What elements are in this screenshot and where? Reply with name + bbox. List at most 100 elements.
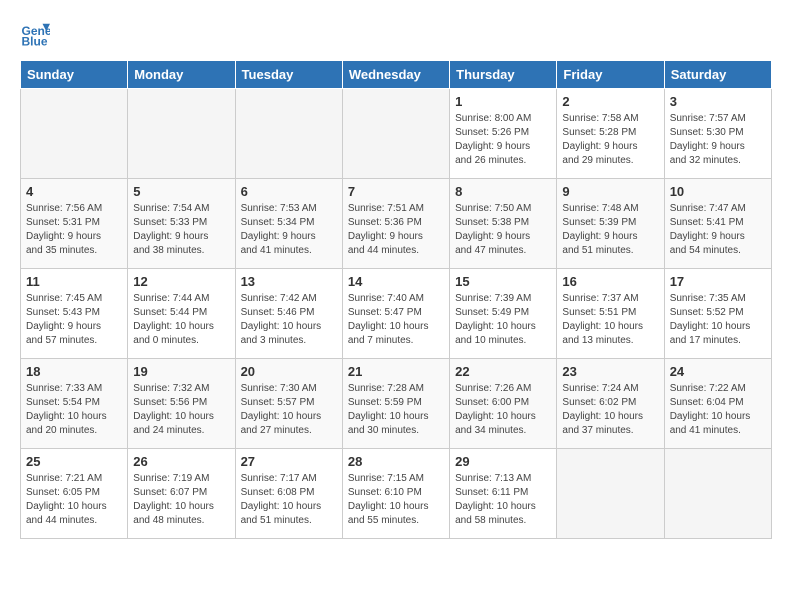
calendar-cell: 15 Sunrise: 7:39 AM Sunset: 5:49 PM Dayli… xyxy=(450,269,557,359)
day-info: Sunrise: 7:56 AM Sunset: 5:31 PM Dayligh… xyxy=(26,202,122,258)
calendar-cell: 21 Sunrise: 7:28 AM Sunset: 5:59 PM Dayli… xyxy=(342,359,449,449)
day-info: Sunrise: 7:40 AM Sunset: 5:47 PM Dayligh… xyxy=(348,292,444,348)
weekday-header-wednesday: Wednesday xyxy=(342,61,449,89)
day-info: Sunrise: 8:00 AM Sunset: 5:26 PM Dayligh… xyxy=(455,112,551,168)
day-info: Sunrise: 7:50 AM Sunset: 5:38 PM Dayligh… xyxy=(455,202,551,258)
calendar-cell: 16Sunrise: 7:37 AM Sunset: 5:51 PM Dayli… xyxy=(557,269,664,359)
day-number: 22 xyxy=(455,364,551,379)
day-info: Sunrise: 7:45 AM Sunset: 5:43 PM Dayligh… xyxy=(26,292,122,348)
day-number: 28 xyxy=(348,454,444,469)
calendar-cell xyxy=(128,89,235,179)
day-number: 11 xyxy=(26,274,122,289)
day-info: Sunrise: 7:53 AM Sunset: 5:34 PM Dayligh… xyxy=(241,202,337,258)
day-info: Sunrise: 7:39 AM Sunset: 5:49 PM Dayligh… xyxy=(455,292,551,348)
calendar-cell: 26Sunrise: 7:19 AM Sunset: 6:07 PM Dayli… xyxy=(128,449,235,539)
calendar-cell: 13 Sunrise: 7:42 AM Sunset: 5:46 PM Dayli… xyxy=(235,269,342,359)
day-number: 2 xyxy=(562,94,658,109)
calendar-cell: 11 Sunrise: 7:45 AM Sunset: 5:43 PM Dayli… xyxy=(21,269,128,359)
day-info: Sunrise: 7:54 AM Sunset: 5:33 PM Dayligh… xyxy=(133,202,229,258)
day-number: 17 xyxy=(670,274,766,289)
logo-icon: General Blue xyxy=(20,20,50,50)
week-row-5: 25 Sunrise: 7:21 AM Sunset: 6:05 PM Dayli… xyxy=(21,449,772,539)
day-info: Sunrise: 7:28 AM Sunset: 5:59 PM Dayligh… xyxy=(348,382,444,438)
calendar-cell: 12Sunrise: 7:44 AM Sunset: 5:44 PM Dayli… xyxy=(128,269,235,359)
day-info: Sunrise: 7:58 AM Sunset: 5:28 PM Dayligh… xyxy=(562,112,658,168)
calendar-cell: 3 Sunrise: 7:57 AM Sunset: 5:30 PM Daylig… xyxy=(664,89,771,179)
calendar-cell: 7 Sunrise: 7:51 AM Sunset: 5:36 PM Daylig… xyxy=(342,179,449,269)
day-number: 25 xyxy=(26,454,122,469)
week-row-2: 4Sunrise: 7:56 AM Sunset: 5:31 PM Daylig… xyxy=(21,179,772,269)
day-number: 10 xyxy=(670,184,766,199)
weekday-header-row: SundayMondayTuesdayWednesdayThursdayFrid… xyxy=(21,61,772,89)
calendar-cell xyxy=(21,89,128,179)
day-info: Sunrise: 7:17 AM Sunset: 6:08 PM Dayligh… xyxy=(241,472,337,528)
day-number: 26 xyxy=(133,454,229,469)
weekday-header-monday: Monday xyxy=(128,61,235,89)
calendar-cell: 5Sunrise: 7:54 AM Sunset: 5:33 PM Daylig… xyxy=(128,179,235,269)
weekday-header-sunday: Sunday xyxy=(21,61,128,89)
day-number: 19 xyxy=(133,364,229,379)
day-info: Sunrise: 7:15 AM Sunset: 6:10 PM Dayligh… xyxy=(348,472,444,528)
calendar-cell xyxy=(235,89,342,179)
page-header: General Blue xyxy=(20,20,772,50)
day-info: Sunrise: 7:48 AM Sunset: 5:39 PM Dayligh… xyxy=(562,202,658,258)
day-info: Sunrise: 7:22 AM Sunset: 6:04 PM Dayligh… xyxy=(670,382,766,438)
day-number: 1 xyxy=(455,94,551,109)
calendar-cell: 6 Sunrise: 7:53 AM Sunset: 5:34 PM Daylig… xyxy=(235,179,342,269)
day-info: Sunrise: 7:37 AM Sunset: 5:51 PM Dayligh… xyxy=(562,292,658,348)
calendar-cell: 10 Sunrise: 7:47 AM Sunset: 5:41 PM Dayli… xyxy=(664,179,771,269)
day-info: Sunrise: 7:32 AM Sunset: 5:56 PM Dayligh… xyxy=(133,382,229,438)
calendar-table: SundayMondayTuesdayWednesdayThursdayFrid… xyxy=(20,60,772,539)
calendar-cell: 18Sunrise: 7:33 AM Sunset: 5:54 PM Dayli… xyxy=(21,359,128,449)
logo: General Blue xyxy=(20,20,54,50)
day-info: Sunrise: 7:30 AM Sunset: 5:57 PM Dayligh… xyxy=(241,382,337,438)
day-info: Sunrise: 7:26 AM Sunset: 6:00 PM Dayligh… xyxy=(455,382,551,438)
calendar-cell: 22 Sunrise: 7:26 AM Sunset: 6:00 PM Dayli… xyxy=(450,359,557,449)
day-number: 29 xyxy=(455,454,551,469)
calendar-cell: 17 Sunrise: 7:35 AM Sunset: 5:52 PM Dayli… xyxy=(664,269,771,359)
calendar-cell: 8 Sunrise: 7:50 AM Sunset: 5:38 PM Daylig… xyxy=(450,179,557,269)
day-info: Sunrise: 7:21 AM Sunset: 6:05 PM Dayligh… xyxy=(26,472,122,528)
calendar-cell xyxy=(557,449,664,539)
calendar-cell xyxy=(664,449,771,539)
calendar-cell: 19 Sunrise: 7:32 AM Sunset: 5:56 PM Dayli… xyxy=(128,359,235,449)
calendar-cell: 1 Sunrise: 8:00 AM Sunset: 5:26 PM Daylig… xyxy=(450,89,557,179)
calendar-cell: 4Sunrise: 7:56 AM Sunset: 5:31 PM Daylig… xyxy=(21,179,128,269)
day-number: 14 xyxy=(348,274,444,289)
day-number: 8 xyxy=(455,184,551,199)
day-info: Sunrise: 7:47 AM Sunset: 5:41 PM Dayligh… xyxy=(670,202,766,258)
day-info: Sunrise: 7:51 AM Sunset: 5:36 PM Dayligh… xyxy=(348,202,444,258)
day-number: 15 xyxy=(455,274,551,289)
calendar-cell xyxy=(342,89,449,179)
calendar-cell: 25 Sunrise: 7:21 AM Sunset: 6:05 PM Dayli… xyxy=(21,449,128,539)
calendar-cell: 24Sunrise: 7:22 AM Sunset: 6:04 PM Dayli… xyxy=(664,359,771,449)
day-number: 9 xyxy=(562,184,658,199)
calendar-cell: 2 Sunrise: 7:58 AM Sunset: 5:28 PM Daylig… xyxy=(557,89,664,179)
day-number: 21 xyxy=(348,364,444,379)
calendar-cell: 29 Sunrise: 7:13 AM Sunset: 6:11 PM Dayli… xyxy=(450,449,557,539)
calendar-cell: 14 Sunrise: 7:40 AM Sunset: 5:47 PM Dayli… xyxy=(342,269,449,359)
weekday-header-tuesday: Tuesday xyxy=(235,61,342,89)
day-info: Sunrise: 7:24 AM Sunset: 6:02 PM Dayligh… xyxy=(562,382,658,438)
calendar-cell: 20 Sunrise: 7:30 AM Sunset: 5:57 PM Dayli… xyxy=(235,359,342,449)
weekday-header-friday: Friday xyxy=(557,61,664,89)
day-number: 7 xyxy=(348,184,444,199)
day-number: 20 xyxy=(241,364,337,379)
day-number: 13 xyxy=(241,274,337,289)
day-number: 3 xyxy=(670,94,766,109)
day-number: 12 xyxy=(133,274,229,289)
day-number: 6 xyxy=(241,184,337,199)
day-info: Sunrise: 7:57 AM Sunset: 5:30 PM Dayligh… xyxy=(670,112,766,168)
day-info: Sunrise: 7:35 AM Sunset: 5:52 PM Dayligh… xyxy=(670,292,766,348)
week-row-3: 11 Sunrise: 7:45 AM Sunset: 5:43 PM Dayli… xyxy=(21,269,772,359)
calendar-cell: 9 Sunrise: 7:48 AM Sunset: 5:39 PM Daylig… xyxy=(557,179,664,269)
day-info: Sunrise: 7:13 AM Sunset: 6:11 PM Dayligh… xyxy=(455,472,551,528)
svg-text:Blue: Blue xyxy=(22,35,48,49)
day-number: 27 xyxy=(241,454,337,469)
week-row-1: 1 Sunrise: 8:00 AM Sunset: 5:26 PM Daylig… xyxy=(21,89,772,179)
day-info: Sunrise: 7:33 AM Sunset: 5:54 PM Dayligh… xyxy=(26,382,122,438)
day-info: Sunrise: 7:42 AM Sunset: 5:46 PM Dayligh… xyxy=(241,292,337,348)
day-number: 23 xyxy=(562,364,658,379)
weekday-header-thursday: Thursday xyxy=(450,61,557,89)
week-row-4: 18Sunrise: 7:33 AM Sunset: 5:54 PM Dayli… xyxy=(21,359,772,449)
